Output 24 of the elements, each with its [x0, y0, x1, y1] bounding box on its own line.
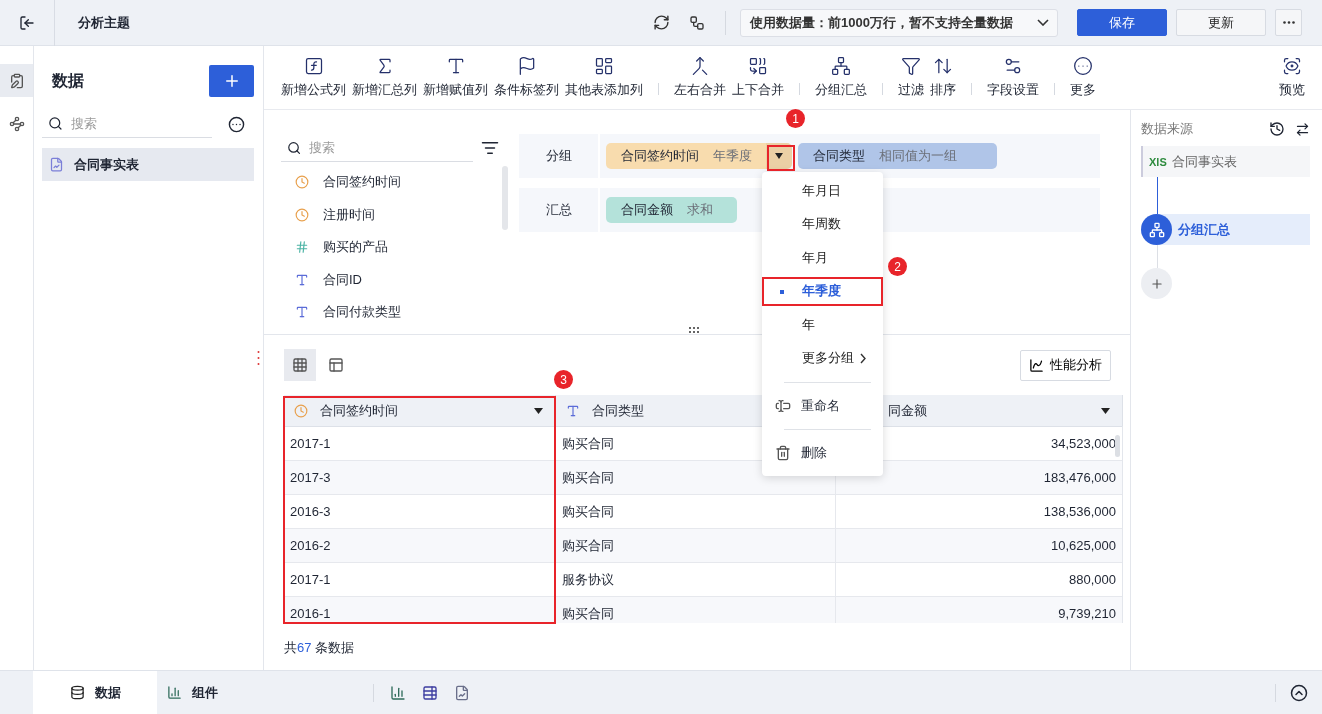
step-badge: 2 [888, 257, 907, 276]
panel-title: 数据来源 [1141, 120, 1194, 138]
panel-title: 数据 [52, 70, 84, 91]
table-cell: 2017-1 [284, 563, 556, 596]
table-cell: 购买合同 [556, 597, 836, 623]
table-cell: 880,000 [836, 563, 1122, 596]
table-cell: 2017-1 [284, 427, 556, 460]
row-count: 共67 条数据 [284, 639, 356, 657]
step-badge: 1 [786, 109, 805, 128]
config-label: 分组 [519, 134, 598, 178]
table-cell: 服务协议 [556, 563, 836, 596]
table-cell: 购买合同 [556, 495, 836, 528]
table-cell: 9,739,210 [836, 597, 1122, 623]
table-cell: 2016-2 [284, 529, 556, 562]
table-cell: 10,625,000 [836, 529, 1122, 562]
table-cell: 138,536,000 [836, 495, 1122, 528]
table-cell: 2017-3 [284, 461, 556, 494]
window-title: 分析主题 [78, 13, 131, 32]
table-cell: 2016-1 [284, 597, 556, 623]
step-badge: 3 [554, 370, 573, 389]
table-cell: 2016-3 [284, 495, 556, 528]
table-cell: 购买合同 [556, 529, 836, 562]
table-name: 合同事实表 [74, 155, 139, 174]
config-label: 汇总 [519, 188, 598, 232]
